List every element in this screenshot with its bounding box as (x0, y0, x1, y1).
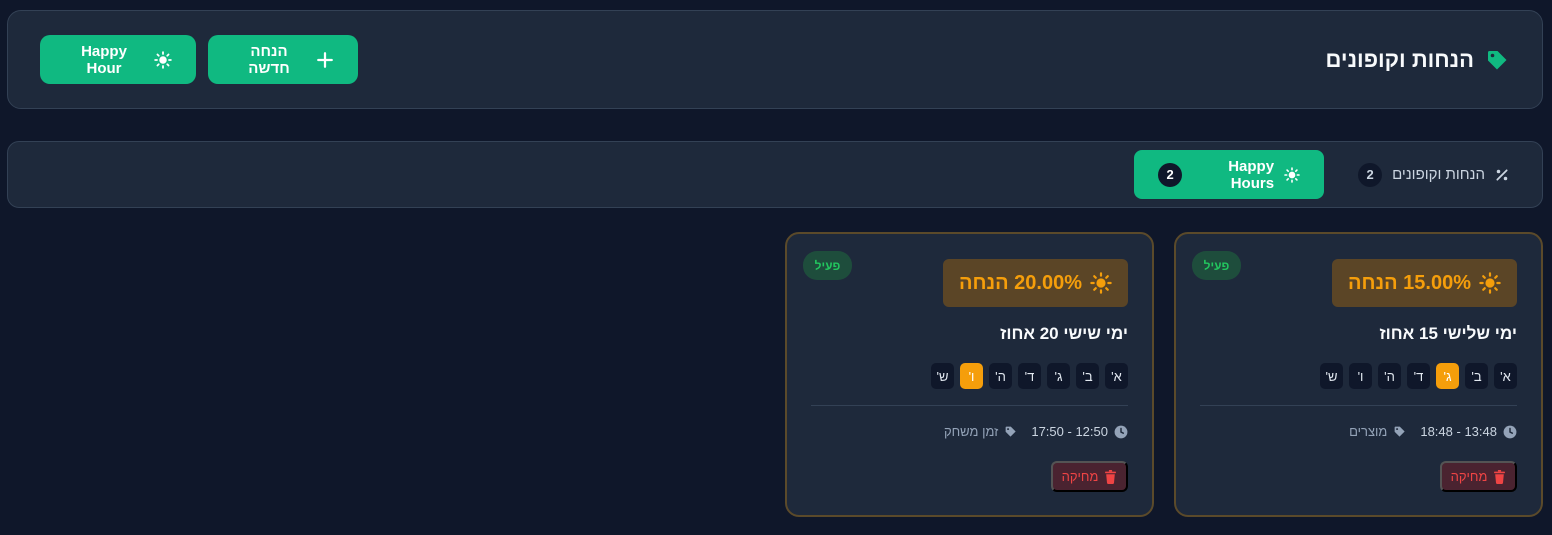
divider (1200, 405, 1517, 406)
delete-button[interactable]: מחיקה (1440, 461, 1517, 492)
sun-icon (1479, 272, 1501, 294)
day-chip: א' (1494, 363, 1517, 389)
delete-label: מחיקה (1061, 469, 1099, 484)
clock-icon (1114, 425, 1128, 439)
card-meta: 12:50 - 17:50 זמן משחק (944, 424, 1128, 439)
happy-hour-button[interactable]: Happy Hour (40, 35, 196, 84)
status-badge: פעיל (803, 251, 852, 280)
tabs-bar: הנחות וקופונים 2 Happy Hours 2 (7, 141, 1543, 208)
tab-happy-hours[interactable]: Happy Hours 2 (1134, 150, 1325, 199)
day-chip: ב' (1076, 363, 1099, 389)
header-actions: Happy Hour הנחה חדשה (40, 35, 358, 84)
day-chip: ה' (989, 363, 1012, 389)
day-chip: ש' (931, 363, 954, 389)
discount-value: 20.00% הנחה (958, 271, 1082, 294)
days-row: א' ב' ג' ד' ה' ו' ש' (1320, 363, 1517, 389)
title-wrap: הנחות וקופונים (1326, 47, 1510, 73)
tab-label: הנחות וקופונים (1392, 166, 1485, 183)
discount-value: 15.00% הנחה (1347, 271, 1471, 294)
plus-icon (316, 51, 334, 69)
day-chip: ג' (1047, 363, 1070, 389)
day-chip: ב' (1465, 363, 1488, 389)
day-chip: ו' (1349, 363, 1372, 389)
tab-label: Happy Hours (1228, 157, 1275, 192)
trash-icon (1493, 469, 1506, 484)
time-range: 12:50 - 17:50 (1031, 424, 1128, 439)
delete-label: מחיקה (1450, 469, 1488, 484)
card-name: ימי שישי 20 אחוז (1000, 324, 1128, 343)
sun-icon (154, 50, 172, 69)
discounts-page: הנחות וקופונים Happy Hour הנחה חדשה הנחו… (0, 0, 1552, 535)
sun-icon (1090, 272, 1112, 294)
tab-discounts-coupons[interactable]: הנחות וקופונים 2 (1358, 150, 1509, 199)
new-discount-button[interactable]: הנחה חדשה (208, 35, 358, 84)
day-chip: א' (1105, 363, 1128, 389)
time-range-text: 13:48 - 18:48 (1420, 424, 1497, 439)
day-chip: ה' (1378, 363, 1401, 389)
page-header: הנחות וקופונים Happy Hour הנחה חדשה (7, 10, 1543, 109)
tag-icon (1004, 425, 1017, 438)
page-title: הנחות וקופונים (1325, 46, 1474, 72)
tag-icon (1484, 47, 1510, 73)
day-chip: ש' (1320, 363, 1343, 389)
tab-count-badge: 2 (1358, 162, 1383, 187)
discount-badge: 20.00% הנחה (942, 259, 1128, 307)
applies-to-text: זמן משחק (943, 424, 999, 439)
tag-icon (1393, 425, 1406, 438)
clock-icon (1503, 425, 1517, 439)
delete-button[interactable]: מחיקה (1051, 461, 1128, 492)
days-row: א' ב' ג' ד' ה' ו' ש' (931, 363, 1128, 389)
sun-icon (1284, 166, 1300, 183)
happy-hour-button-label: Happy Hour (81, 42, 127, 77)
day-chip-active: ג' (1436, 363, 1459, 389)
status-badge: פעיל (1192, 251, 1241, 280)
day-chip: ד' (1018, 363, 1041, 389)
tab-count-badge: 2 (1158, 162, 1183, 187)
applies-to: מוצרים (1349, 424, 1406, 439)
time-range-text: 12:50 - 17:50 (1031, 424, 1108, 439)
happy-hour-card: פעיל 20.00% הנחה ימי שישי 20 אחוז א' ב' (785, 232, 1154, 517)
percent-icon (1495, 168, 1509, 182)
card-meta: 13:48 - 18:48 מוצרים (1349, 424, 1517, 439)
applies-to-text: מוצרים (1349, 424, 1388, 439)
happy-hour-card: פעיל 15.00% הנחה ימי שלישי 15 אחוז א' ב' (1174, 232, 1543, 517)
applies-to: זמן משחק (944, 424, 1017, 439)
discount-badge: 15.00% הנחה (1331, 259, 1517, 307)
divider (811, 405, 1128, 406)
trash-icon (1104, 469, 1117, 484)
new-discount-button-label: הנחה חדשה (248, 42, 290, 77)
time-range: 13:48 - 18:48 (1420, 424, 1517, 439)
card-name: ימי שלישי 15 אחוז (1379, 324, 1517, 343)
day-chip-active: ו' (960, 363, 983, 389)
day-chip: ד' (1407, 363, 1430, 389)
